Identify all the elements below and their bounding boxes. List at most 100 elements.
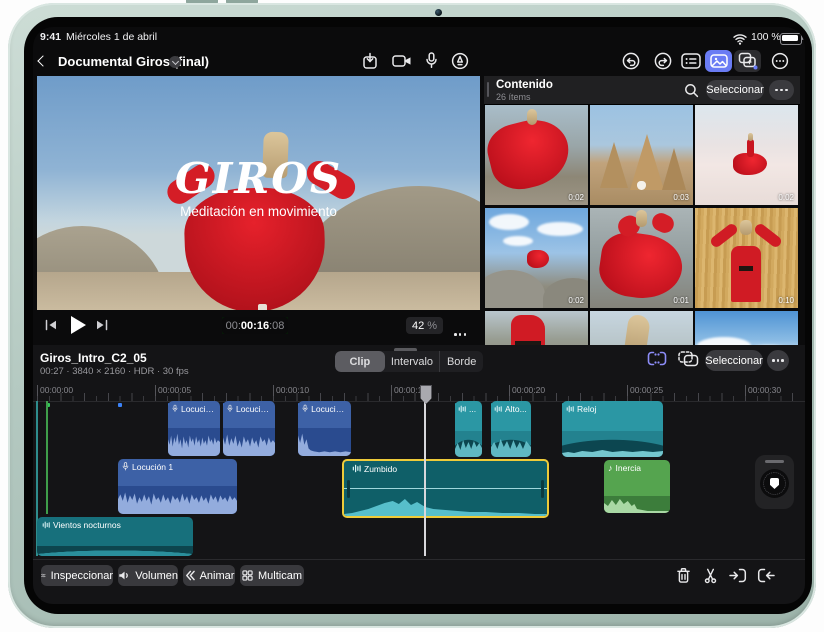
split-clip-icon[interactable] — [702, 567, 719, 584]
battery-icon — [780, 33, 802, 45]
trim-handle-right[interactable] — [541, 479, 544, 498]
export-icon[interactable] — [361, 52, 379, 70]
clip-duration: 0:01 — [673, 296, 689, 305]
media-thumbnail[interactable]: 0:10 — [695, 208, 798, 308]
timeline-select-label: Seleccionar — [705, 354, 763, 367]
clip-duration: 0:10 — [778, 296, 794, 305]
browser-select-button[interactable]: Seleccionar — [706, 80, 764, 100]
insert-clip-icon[interactable] — [729, 568, 747, 583]
zoom-unit: % — [427, 319, 438, 332]
media-thumbnail[interactable]: 0:03 — [590, 105, 693, 205]
camera-icon[interactable] — [392, 54, 412, 68]
volume-button[interactable]: Volumen — [118, 565, 178, 586]
segment-clip[interactable]: Clip — [335, 351, 385, 372]
audio-waveform-icon — [494, 405, 502, 412]
timeline-clip-locucion3[interactable]: Locución 3 — [298, 401, 351, 456]
mic-icon — [302, 404, 308, 413]
back-button[interactable] — [37, 53, 55, 69]
media-thumbnail[interactable]: 0:02 — [485, 105, 588, 205]
panel-drag-handle[interactable] — [487, 82, 489, 97]
pencil-hover-icon[interactable] — [451, 52, 469, 70]
undo-icon[interactable] — [622, 52, 640, 70]
overwrite-clip-icon[interactable] — [757, 568, 775, 583]
ruler-label: 00:00:05 — [154, 385, 192, 396]
more-menu-icon[interactable] — [771, 52, 789, 70]
audio-waveform-icon — [42, 521, 50, 528]
multicam-button[interactable]: Multicam — [240, 565, 304, 586]
mic-icon — [227, 404, 233, 412]
inspect-button[interactable]: Inspeccionar — [41, 565, 113, 586]
microphone-icon[interactable] — [425, 52, 438, 69]
timeline-clip-locucion1[interactable]: Locución 1 — [118, 459, 237, 514]
redo-icon[interactable] — [654, 52, 672, 70]
segment-borde[interactable]: Borde — [439, 351, 483, 372]
search-icon[interactable] — [684, 83, 699, 98]
status-time: 9:41 — [40, 31, 62, 43]
wifi-icon — [733, 34, 747, 45]
jog-grip — [765, 460, 784, 463]
audio-waveform-icon — [458, 405, 466, 412]
timeline-clip-inercia[interactable]: ♪ Inercia — [604, 460, 670, 513]
speaker-icon — [119, 571, 128, 580]
viewer-zoom-control[interactable]: 42% — [406, 317, 443, 334]
timeline-select-button[interactable]: Seleccionar — [705, 350, 763, 371]
overlay-view-icon[interactable] — [678, 351, 699, 367]
timecode-display[interactable]: 00: 00:16:08 — [222, 317, 288, 334]
skip-to-end-icon[interactable] — [95, 318, 109, 332]
ruler-label: 00:00:00 — [36, 385, 74, 396]
jog-wheel[interactable] — [755, 455, 794, 509]
timeline-clip-vientos[interactable]: Vientos nocturnos — [37, 517, 193, 556]
title-chevron-button[interactable] — [169, 56, 181, 68]
timeline-clip-zumbido-selected[interactable]: Zumbido — [342, 459, 549, 518]
battery-percent: 100 % — [751, 31, 781, 43]
clip-duration: 0:02 — [568, 193, 584, 202]
viewer-more-icon[interactable] — [453, 323, 467, 341]
volume-line[interactable] — [344, 488, 547, 489]
playhead-line[interactable] — [424, 385, 426, 556]
clip-duration: 0:03 — [673, 193, 689, 202]
ruler-label: 00:00:30 — [744, 385, 782, 396]
ruler-label: 00:00:20 — [508, 385, 546, 396]
media-icon — [709, 54, 728, 68]
timeline-green-marker-line — [46, 401, 48, 514]
front-camera — [435, 9, 442, 16]
ipad-photo: 9:41 Miércoles 1 de abril 100 % Document… — [0, 0, 824, 632]
timeline-clip-reloj[interactable]: Reloj — [562, 401, 663, 457]
browser-select-label: Seleccionar — [706, 84, 764, 96]
animate-button[interactable]: Animar — [183, 565, 235, 586]
inspect-icon — [41, 573, 46, 578]
timeline-clip-locucion2b[interactable]: Locución 2 — [223, 401, 275, 456]
timeline-clip-ambience1[interactable]: ... — [455, 401, 482, 457]
timeline-clip-meta: 00:27 · 3840 × 2160 · HDR · 30 fps — [40, 366, 189, 377]
project-title[interactable]: Documental Giros (final) — [58, 54, 209, 69]
segment-intervalo[interactable]: Intervalo — [385, 351, 440, 372]
inspector-icon[interactable] — [681, 53, 701, 69]
media-thumbnail[interactable]: 0:01 — [590, 208, 693, 308]
ruler-label: 00:00:10 — [272, 385, 310, 396]
browser-title: Contenido — [496, 79, 553, 91]
browser-item-count: 26 ítems — [496, 92, 531, 102]
timeline-clip-alto[interactable]: Alto... — [491, 401, 531, 457]
timeline-clip-locucion2a[interactable]: Locución 2 — [168, 401, 220, 456]
browser-more-button[interactable] — [769, 80, 794, 100]
trash-icon[interactable] — [676, 567, 691, 584]
clip-duration: 0:02 — [778, 193, 794, 202]
media-thumbnail[interactable]: 0:02 — [485, 208, 588, 308]
video-title-overlay: GIROS — [174, 154, 343, 203]
effects-browser-button[interactable] — [734, 50, 761, 72]
timeline-panel: Giros_Intro_C2_05 00:27 · 3840 × 2160 · … — [33, 345, 805, 604]
media-thumbnail[interactable]: 0:02 — [695, 105, 798, 205]
media-browser-button-active[interactable] — [705, 50, 732, 72]
play-button[interactable] — [71, 316, 86, 334]
viewer-preview[interactable]: GIROS Meditación en movimiento — [37, 76, 480, 310]
clip-duration: 0:02 — [568, 296, 584, 305]
skip-to-start-icon[interactable] — [44, 318, 58, 332]
timeline-ruler[interactable]: 00:00:00 00:00:05 00:00:10 00:00:15 00:0… — [33, 385, 805, 401]
animate-icon — [185, 570, 195, 581]
timeline-clip-name: Giros_Intro_C2_05 — [40, 351, 147, 365]
battery-nub — [802, 36, 804, 40]
trim-handle-left[interactable] — [347, 479, 350, 498]
clip-connections-icon[interactable] — [646, 350, 668, 367]
jog-dial[interactable] — [760, 469, 789, 498]
timeline-more-button[interactable] — [767, 350, 789, 371]
